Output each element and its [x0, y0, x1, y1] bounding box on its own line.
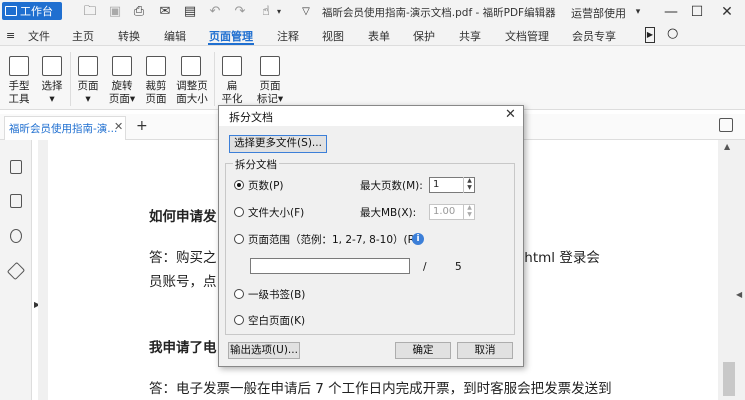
- cancel-button[interactable]: 取消: [457, 342, 513, 359]
- group-label: 拆分文档: [233, 157, 279, 172]
- account-dropdown-icon[interactable]: ▾: [630, 4, 646, 20]
- minimize-button[interactable]: —: [660, 2, 682, 22]
- page-range-input[interactable]: [250, 258, 410, 274]
- new-doc-icon[interactable]: ▤: [182, 4, 198, 20]
- pages-thumbnail-icon[interactable]: [10, 194, 22, 208]
- menu-edit[interactable]: 编辑: [164, 28, 186, 44]
- menu-form[interactable]: 表单: [368, 28, 390, 44]
- scrollbar-thumb[interactable]: [723, 362, 735, 396]
- ribbon-hand-tool[interactable]: 手型 工具: [4, 80, 34, 106]
- radio-page-range[interactable]: [234, 234, 244, 244]
- menu-member[interactable]: 会员专享: [572, 28, 616, 44]
- menu-document-management[interactable]: 文档管理: [505, 28, 549, 44]
- dialog-title: 拆分文档: [229, 111, 273, 124]
- ribbon-rotate-page[interactable]: 旋转 页面▾: [106, 80, 138, 106]
- total-pages: 5: [455, 261, 462, 273]
- close-window-button[interactable]: ✕: [716, 2, 738, 22]
- crop-page-icon: [146, 56, 166, 76]
- workbench-icon: [5, 6, 17, 16]
- undo-icon[interactable]: ↶: [207, 4, 223, 20]
- resize-page-icon: [181, 56, 201, 76]
- menu-convert[interactable]: 转换: [118, 28, 140, 44]
- redo-icon[interactable]: ↷: [232, 4, 248, 20]
- ribbon-flatten[interactable]: 扁 平化: [218, 80, 246, 106]
- active-menu-indicator: [208, 43, 254, 45]
- document-tab[interactable]: 福昕会员使用指南-演...: [4, 116, 126, 140]
- search-icon[interactable]: ○: [667, 26, 678, 41]
- email-icon[interactable]: ✉: [157, 4, 173, 20]
- menu-comment[interactable]: 注释: [277, 28, 299, 44]
- page-heading: 我申请了电: [149, 340, 217, 356]
- max-mb-label: 最大MB(X):: [360, 207, 417, 219]
- print-icon[interactable]: ⎙: [131, 4, 147, 20]
- ribbon-page[interactable]: 页面 ▾: [74, 80, 102, 106]
- vertical-scrollbar[interactable]: [720, 140, 745, 400]
- flatten-icon: [222, 56, 242, 76]
- select-tool-icon: [42, 56, 62, 76]
- page-mark-icon: [260, 56, 280, 76]
- open-folder-icon[interactable]: 🗀: [82, 4, 98, 20]
- page-text: .html 登录会: [520, 250, 600, 266]
- page-heading: 如何申请发: [149, 209, 217, 225]
- workbench-label: 工作台: [20, 5, 53, 18]
- menu-protect[interactable]: 保护: [413, 28, 435, 44]
- output-options-button[interactable]: 输出选项(U)...: [228, 342, 300, 359]
- save-icon[interactable]: ▣: [107, 4, 123, 20]
- ribbon-select[interactable]: 选择 ▾: [38, 80, 66, 106]
- ribbon-separator: [214, 52, 215, 106]
- bookmark-icon[interactable]: [10, 160, 22, 174]
- document-title: 福昕会员使用指南-演示文档.pdf - 福昕PDF编辑器: [322, 7, 556, 19]
- menu-home[interactable]: 主页: [72, 28, 94, 44]
- hand-tool-ribbon-icon: [9, 56, 29, 76]
- page-icon: [78, 56, 98, 76]
- menu-scroll-right-icon[interactable]: ▶: [645, 27, 655, 43]
- rotate-page-icon: [112, 56, 132, 76]
- radio-blank-page[interactable]: [234, 315, 244, 325]
- menu-file[interactable]: 文件: [28, 28, 50, 44]
- new-tab-button[interactable]: +: [136, 118, 148, 134]
- menu-share[interactable]: 共享: [459, 28, 481, 44]
- max-pages-label: 最大页数(M):: [360, 180, 423, 192]
- page-text: 员账号，点: [149, 274, 217, 290]
- comment-icon[interactable]: [10, 229, 22, 243]
- tab-close-icon[interactable]: ✕: [114, 120, 123, 133]
- panel-toggle-icon[interactable]: [719, 118, 733, 132]
- radio-file-size[interactable]: [234, 207, 244, 217]
- radio-blank-page-label: 空白页面(K): [248, 315, 306, 327]
- menu-view[interactable]: 视图: [322, 28, 344, 44]
- expand-right-panel-icon[interactable]: ◀: [736, 290, 742, 299]
- max-mb-stepper-icon[interactable]: ▲ ▼: [463, 204, 475, 220]
- hamburger-icon[interactable]: ≡: [6, 29, 15, 42]
- document-tab-label: 福昕会员使用指南-演...: [9, 123, 118, 135]
- account-name[interactable]: 运营部使用: [571, 5, 626, 21]
- ribbon-resize-page[interactable]: 调整页 面大小: [173, 80, 211, 106]
- menu-page-management[interactable]: 页面管理: [209, 28, 253, 44]
- radio-pages[interactable]: [234, 180, 244, 190]
- radio-bookmarks[interactable]: [234, 289, 244, 299]
- ribbon-separator: [70, 52, 71, 106]
- info-icon[interactable]: i: [412, 233, 424, 245]
- chevron-down-icon[interactable]: ▾: [271, 4, 287, 20]
- page-text: 答：购买之: [149, 250, 217, 266]
- maximize-button[interactable]: ☐: [686, 2, 708, 22]
- max-pages-stepper-icon[interactable]: ▲ ▼: [463, 177, 475, 193]
- ribbon-page-mark[interactable]: 页面 标记▾: [252, 80, 288, 106]
- scroll-up-icon[interactable]: ▲: [724, 142, 730, 151]
- select-more-files-button[interactable]: 选择更多文件(S)...: [229, 135, 327, 153]
- radio-bookmarks-label: 一级书签(B): [248, 289, 306, 301]
- page-text: 答：电子发票一般在申请后 7 个工作日内完成开票，到时客服会把发票发送到: [149, 381, 612, 397]
- ribbon-crop-page[interactable]: 裁剪 页面: [140, 80, 172, 106]
- range-separator: /: [423, 261, 427, 273]
- dialog-close-button[interactable]: ✕: [505, 107, 516, 122]
- quick-access-dropdown-icon[interactable]: ▽: [298, 4, 314, 20]
- ok-button[interactable]: 确定: [395, 342, 451, 359]
- radio-page-range-label: 页面范围（范例：1, 2-7, 8-10）(R): [248, 234, 419, 246]
- radio-pages-label: 页数(P): [248, 180, 284, 192]
- radio-file-size-label: 文件大小(F): [248, 207, 305, 219]
- workbench-button[interactable]: 工作台: [2, 2, 62, 20]
